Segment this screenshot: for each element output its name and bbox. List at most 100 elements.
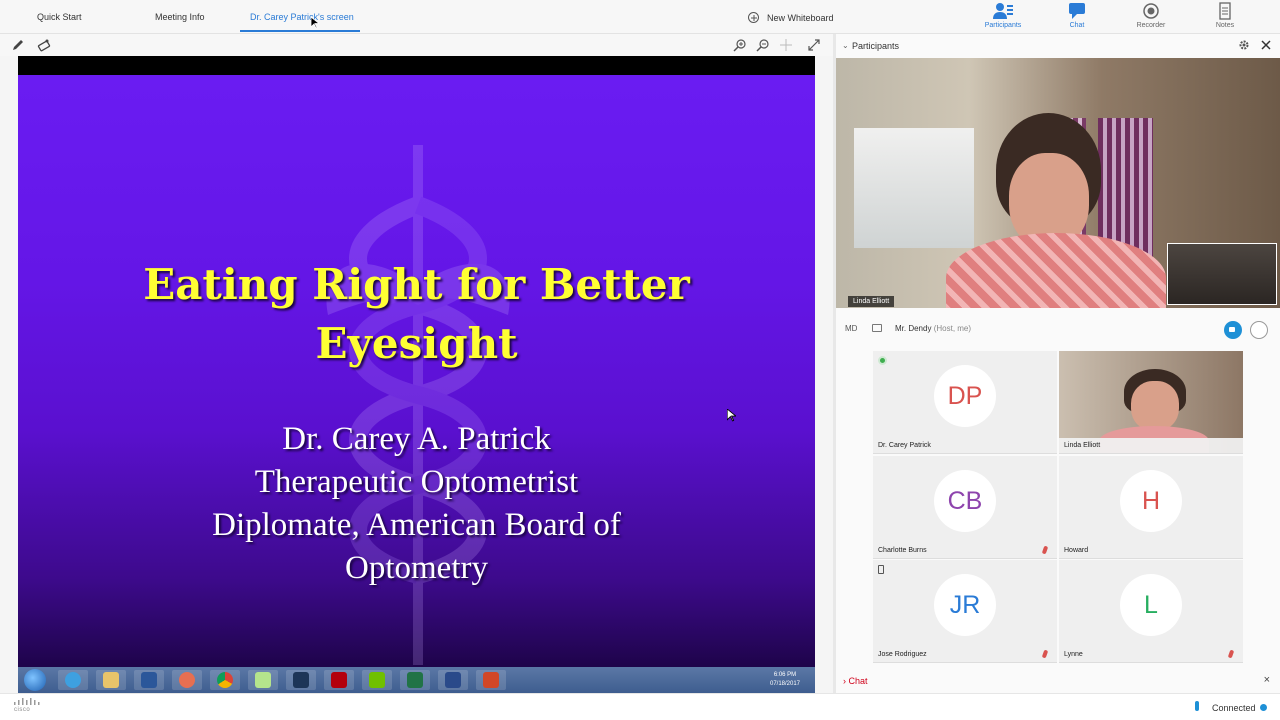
powerpoint-icon [476, 670, 506, 690]
recorder-tool-label: Recorder [1136, 22, 1166, 29]
folder-icon [96, 670, 126, 690]
participant-tile-h[interactable]: H Howard [1059, 456, 1243, 559]
self-participant-row: MD Mr. Dendy (Host, me) [836, 318, 1280, 342]
participant-name: Charlotte Burns [878, 547, 927, 554]
windows-start-icon [24, 669, 46, 691]
close-icon[interactable]: × [1264, 674, 1270, 686]
participants-icon [993, 3, 1013, 19]
cisco-logo-icon [14, 698, 40, 705]
media-player-icon [172, 670, 202, 690]
shared-screen-view[interactable]: Eating Right for Better Eyesight Dr. Car… [18, 56, 815, 693]
participant-tile-l[interactable]: L Lynne [1059, 560, 1243, 663]
app-icon [248, 670, 278, 690]
notes-tool-button[interactable]: Notes [1195, 2, 1255, 29]
notes-tool-label: Notes [1215, 22, 1235, 29]
notes-icon [1219, 2, 1231, 20]
participant-tile-dp[interactable]: DP Dr. Carey Patrick [873, 351, 1057, 454]
participant-tile-jr[interactable]: JR Jose Rodriguez [873, 560, 1057, 663]
recorder-tool-button[interactable]: Recorder [1121, 2, 1181, 29]
slide-subtitle-line: Dr. Carey A. Patrick [282, 421, 551, 457]
ie-icon [58, 670, 88, 690]
self-role: (Host, me) [933, 324, 972, 333]
participant-name: Lynne [1064, 651, 1083, 658]
chat-section-label: › Chat [843, 676, 868, 686]
tab-shared-screen[interactable]: Dr. Carey Patrick's screen [250, 12, 354, 22]
chat-section-text: Chat [848, 676, 868, 686]
brand-label: cisco [14, 707, 31, 713]
word-icon [134, 670, 164, 690]
top-tab-bar: Quick Start Meeting Info Dr. Carey Patri… [0, 0, 1280, 34]
camera-button[interactable] [1224, 321, 1242, 339]
participant-video-face [1131, 381, 1179, 431]
self-view-thumbnail[interactable] [1167, 243, 1277, 305]
slide-subtitle-line: Therapeutic Optometrist [254, 464, 579, 500]
chat-tool-button[interactable]: Chat [1047, 2, 1107, 29]
self-name: Mr. Dendy (Host, me) [895, 324, 971, 333]
slide-title-line: Eating Right for Better [143, 260, 690, 309]
video-background-window [854, 128, 974, 248]
zoom-in-icon[interactable] [733, 38, 747, 52]
pencil-icon[interactable] [11, 38, 25, 52]
remote-taskbar: 6:06 PM 07/18/2017 [18, 667, 815, 693]
recorder-icon [1143, 3, 1159, 19]
active-speaker-name: Linda Elliott [848, 296, 895, 307]
zoom-out-icon[interactable] [756, 38, 770, 52]
avatar: L [1120, 574, 1182, 636]
close-icon[interactable] [1261, 40, 1271, 50]
acrobat-icon [324, 670, 354, 690]
fullscreen-icon[interactable] [807, 38, 821, 52]
phone-icon [878, 565, 884, 574]
slide-subtitle-line: Optometry [345, 550, 488, 586]
app-icon [438, 670, 468, 690]
slide-title: Eating Right for Better Eyesight [18, 255, 815, 373]
taskbar-clock: 6:06 PM 07/18/2017 [760, 671, 810, 689]
self-name-text: Mr. Dendy [895, 324, 932, 333]
webex-meeting-window: Quick Start Meeting Info Dr. Carey Patri… [0, 0, 1280, 720]
remote-control-icon[interactable] [37, 38, 51, 52]
active-speaker-video[interactable]: Linda Elliott [836, 58, 1280, 308]
mouse-cursor-icon [311, 17, 319, 29]
active-tab-indicator [240, 30, 360, 32]
participant-tile-linda[interactable]: Linda Elliott [1059, 351, 1243, 454]
participants-tool-button[interactable]: Participants [973, 2, 1033, 29]
avatar: H [1120, 470, 1182, 532]
avatar: JR [934, 574, 996, 636]
participants-panel: ⌄ Participants Linda Elliott MD Mr. Dend… [836, 34, 1280, 693]
chat-bubble-icon [872, 324, 882, 332]
plus-circle-icon [748, 12, 759, 23]
connection-indicator-icon [1260, 704, 1267, 711]
connection-status: Connected [1212, 703, 1256, 713]
tab-meeting-info[interactable]: Meeting Info [155, 12, 205, 22]
slide-title-line: Eyesight [315, 319, 518, 368]
new-whiteboard-button[interactable]: New Whiteboard [748, 12, 834, 23]
gear-icon[interactable] [1238, 39, 1250, 51]
participant-tile-cb[interactable]: CB Charlotte Burns [873, 456, 1057, 559]
avatar: DP [934, 365, 996, 427]
chat-section-header[interactable]: › Chat × [836, 672, 1280, 692]
audio-connected-icon [1195, 701, 1199, 711]
pan-icon[interactable] [779, 38, 793, 52]
excel-icon [400, 670, 430, 690]
muted-mic-icon [1041, 649, 1049, 659]
participant-name: Linda Elliott [1064, 442, 1101, 449]
muted-mic-icon [1227, 649, 1235, 659]
chevron-down-icon[interactable]: ⌄ [842, 41, 849, 50]
chat-icon [1069, 3, 1085, 19]
presentation-slide: Eating Right for Better Eyesight Dr. Car… [18, 75, 815, 667]
annotation-toolbar [0, 34, 833, 56]
microphone-button[interactable] [1250, 321, 1268, 339]
app-icon [286, 670, 316, 690]
avatar: CB [934, 470, 996, 532]
participants-tool-label: Participants [984, 22, 1022, 29]
muted-mic-icon [1041, 545, 1049, 555]
tab-quick-start[interactable]: Quick Start [37, 12, 82, 22]
self-initials: MD [845, 324, 858, 333]
chat-tool-label: Chat [1069, 22, 1085, 29]
new-whiteboard-label: New Whiteboard [767, 12, 834, 23]
mouse-cursor-icon [727, 409, 736, 422]
clock-date: 07/18/2017 [769, 681, 801, 687]
presenter-status-icon [878, 356, 887, 365]
chrome-icon [210, 670, 240, 690]
participant-name: Jose Rodriguez [878, 651, 927, 658]
app-icon [362, 670, 392, 690]
